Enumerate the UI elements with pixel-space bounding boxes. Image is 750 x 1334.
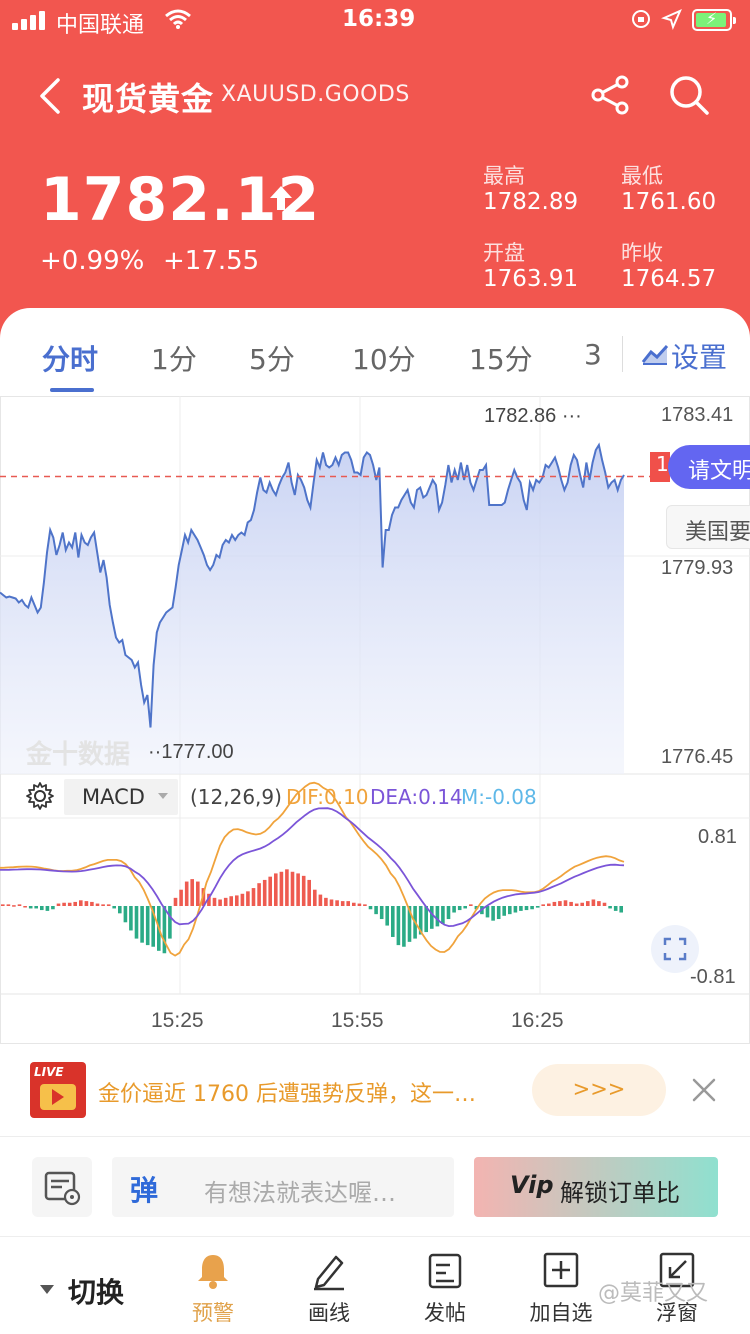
wifi-icon [165, 9, 191, 29]
high-marker-value: 1782.86 [484, 405, 557, 427]
tab-10min[interactable]: 10分 [352, 338, 416, 378]
nav-add-watchlist-label: 加自选 [529, 1301, 593, 1325]
share-icon[interactable] [588, 72, 634, 118]
tab-1min[interactable]: 1分 [151, 338, 197, 378]
change-percent: +0.99% [40, 246, 145, 276]
status-time: 16:39 [342, 6, 416, 32]
comment-bar: 弹 有想法就表达喔… Vip 解锁订单比 [0, 1136, 750, 1236]
open-label: 开盘 [483, 241, 525, 265]
news-banner[interactable]: LIVE 金价逼近 1760 后遭强势反弹，这一… >>> [0, 1044, 750, 1136]
more-button[interactable]: >>> [532, 1064, 666, 1116]
status-bar: 中国联通 16:39 ⚡ [0, 0, 750, 40]
caret-down-icon [40, 1285, 54, 1294]
page-title: 现货黄金 [82, 80, 215, 118]
add-box-icon [543, 1252, 579, 1288]
macd-tick-bottom: -0.81 [690, 966, 736, 988]
back-icon[interactable] [34, 76, 68, 116]
search-icon[interactable] [666, 72, 712, 118]
us-data-button[interactable]: 美国要 [666, 505, 750, 549]
tab-intraday[interactable]: 分时 [42, 338, 98, 378]
prev-close-label: 昨收 [621, 241, 663, 265]
tab-underline [50, 388, 94, 392]
close-icon[interactable] [690, 1076, 718, 1104]
switch-label: 切换 [68, 1276, 125, 1309]
y-tick-mid: 1779.93 [661, 557, 734, 579]
gear-icon[interactable] [25, 781, 55, 811]
live-icon: LIVE [30, 1062, 86, 1118]
order-settings-button[interactable] [32, 1157, 92, 1217]
expand-icon [663, 937, 687, 961]
low-label: 最低 [621, 164, 663, 188]
post-icon [428, 1253, 462, 1289]
nav-alert[interactable]: 预警 [168, 1249, 258, 1331]
fullscreen-button[interactable] [651, 925, 699, 973]
open-value: 1763.91 [483, 266, 579, 292]
tab-divider [622, 336, 623, 372]
symbol-code: XAUUSD.GOODS [221, 82, 410, 107]
tab-3[interactable]: 3 [584, 338, 602, 371]
bottom-nav: 切换 预警 画线 发帖 加自选 浮窗 @莫菲又又 [0, 1236, 750, 1334]
signal-icon [12, 10, 48, 30]
weibo-watermark: @莫菲又又 [598, 1281, 709, 1306]
comment-input[interactable]: 弹 有想法就表达喔… [112, 1157, 454, 1217]
chart-card: 分时 1分 5分 10分 15分 3 设置 [0, 308, 750, 1048]
prev-close-value: 1764.57 [621, 266, 717, 292]
bell-icon [198, 1255, 228, 1289]
up-arrow-icon [270, 186, 292, 210]
macd-header: MACD (12,26,9) DIF:0.10 DEA:0.14 M:-0.08 [0, 775, 620, 819]
quote-header: 中国联通 16:39 ⚡ 现货黄金 XAUUSD.GOODS 1782.12 +… [0, 0, 750, 340]
vip-unlock-button[interactable]: Vip 解锁订单比 [474, 1157, 718, 1217]
chevron-down-icon [158, 793, 168, 799]
carrier-label: 中国联通 [56, 13, 145, 38]
macd-params: (12,26,9) [190, 785, 282, 809]
nav-draw-label: 画线 [308, 1301, 350, 1325]
danmaku-icon[interactable]: 弹 [130, 1169, 158, 1209]
y-tick-top: 1783.41 [661, 404, 734, 426]
y-tick-bottom: 1776.45 [661, 746, 734, 768]
x-tick-1525: 15:25 [151, 1009, 204, 1032]
macd-dif: DIF:0.10 [286, 785, 369, 809]
order-settings-icon [44, 1171, 81, 1206]
high-label: 最高 [483, 164, 525, 188]
battery-icon: ⚡ [692, 9, 736, 31]
x-tick-1555: 15:55 [331, 1009, 384, 1032]
nav-post[interactable]: 发帖 [400, 1249, 490, 1331]
nav-add-watchlist[interactable]: 加自选 [516, 1249, 606, 1331]
low-marker: ··1777.00 [148, 741, 234, 763]
nav-post-label: 发帖 [424, 1301, 466, 1325]
change-value: +17.55 [163, 246, 260, 276]
vip-badge: Vip [510, 1171, 554, 1199]
low-value: 1761.60 [621, 189, 717, 215]
x-tick-1625: 16:25 [511, 1009, 564, 1032]
macd-tick-top: 0.81 [698, 826, 737, 848]
price-flag: 1 [650, 452, 670, 482]
high-value: 1782.89 [483, 189, 579, 215]
read-news-button[interactable]: 请文明 [668, 445, 750, 489]
rotation-lock-icon [632, 10, 650, 28]
live-label: LIVE [34, 1065, 64, 1079]
nav-draw[interactable]: 画线 [284, 1249, 374, 1331]
comment-placeholder: 有想法就表达喔… [204, 1179, 396, 1207]
tab-15min[interactable]: 15分 [469, 338, 533, 378]
nav-bar: 现货黄金 XAUUSD.GOODS [0, 60, 750, 130]
chart-line-icon [641, 344, 669, 365]
settings-label: 设置 [671, 341, 728, 374]
pencil-icon [314, 1255, 344, 1291]
low-marker-value: 1777.00 [161, 741, 234, 763]
location-icon [661, 9, 682, 30]
macd-dea: DEA:0.14 [370, 785, 463, 809]
macd-m: M:-0.08 [461, 785, 537, 809]
news-headline[interactable]: 金价逼近 1760 后遭强势反弹，这一… [98, 1076, 476, 1108]
indicator-select-value: MACD [82, 785, 145, 809]
watermark-logo: 金十数据 [26, 740, 131, 770]
nav-alert-label: 预警 [192, 1301, 234, 1325]
high-marker: 1782.86 ··· [484, 405, 582, 427]
vip-unlock-label: 解锁订单比 [560, 1179, 680, 1207]
indicator-select[interactable]: MACD [64, 779, 178, 815]
tab-5min[interactable]: 5分 [249, 338, 295, 378]
